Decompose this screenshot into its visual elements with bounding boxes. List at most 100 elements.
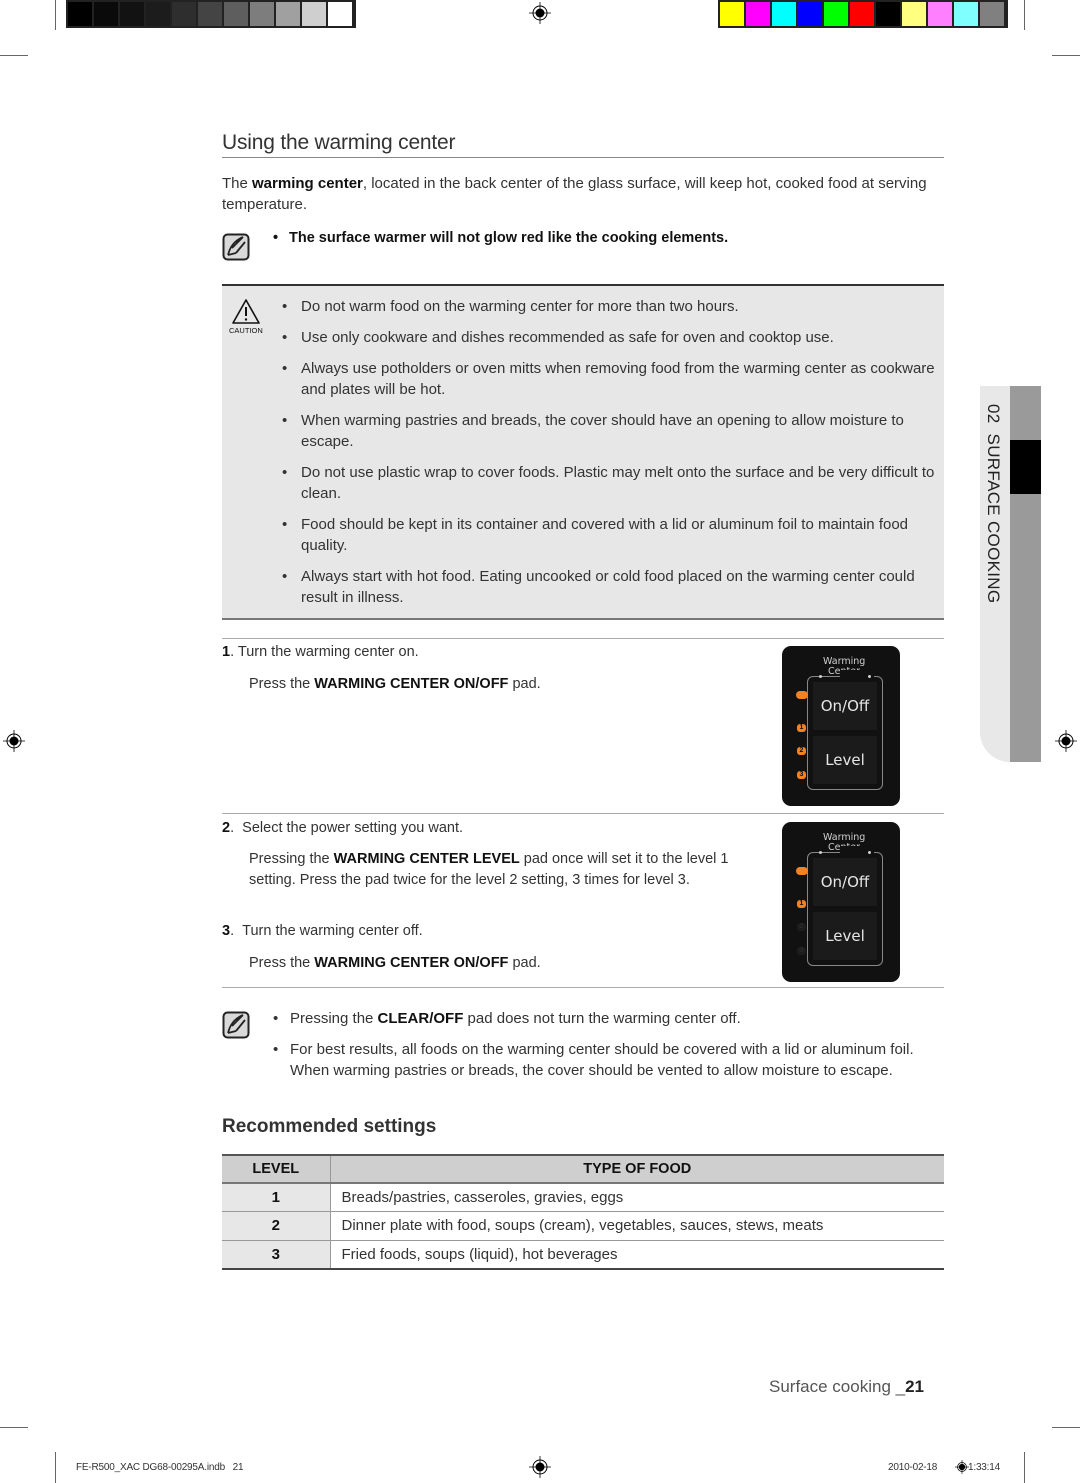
registration-mark-icon (529, 2, 551, 24)
calibration-swatch (746, 2, 770, 26)
step-title: Turn the warming center on. (237, 644, 419, 660)
bullet: • (273, 230, 279, 246)
registration-mark-icon (1055, 730, 1077, 752)
step-detail-suffix: pad. (508, 955, 541, 971)
caution-triangle-icon (232, 299, 260, 324)
panel-dot (819, 851, 822, 854)
step-2: 2. Select the power setting you want. (222, 820, 464, 836)
calibration-swatch (328, 2, 352, 26)
table-row: 1 Breads/pastries, casseroles, gravies, … (222, 1183, 944, 1212)
page-footer: Surface cooking _21 (769, 1377, 924, 1397)
section-divider (222, 813, 944, 814)
step-number: 1 (222, 644, 231, 660)
color-calibration-strip (718, 0, 1008, 28)
crop-mark (0, 55, 28, 56)
registration-mark-icon (529, 1456, 551, 1478)
level-pad[interactable]: Level (813, 912, 877, 960)
column-header-level: LEVEL (222, 1154, 331, 1184)
registration-mark-icon (3, 730, 25, 752)
section-divider (222, 638, 944, 639)
calibration-swatch (720, 2, 744, 26)
step-detail-bold: WARMING CENTER ON/OFF (314, 955, 509, 971)
step-1-detail: Press the WARMING CENTER ON/OFF pad. (249, 674, 739, 695)
crop-mark (55, 1452, 56, 1483)
calibration-swatch (850, 2, 874, 26)
caution-item: Always use potholders or oven mitts when… (280, 358, 940, 400)
food-cell: Breads/pastries, casseroles, gravies, eg… (330, 1183, 944, 1212)
note-item-prefix: Pressing the (290, 1010, 378, 1027)
caution-list: Do not warm food on the warming center f… (280, 296, 940, 618)
crop-mark (0, 1427, 28, 1428)
level-1-led: 1 (797, 900, 806, 908)
panel-dot (819, 675, 822, 678)
power-indicator-led (796, 867, 808, 875)
note-item: Pressing the CLEAR/OFF pad does not turn… (273, 1008, 933, 1029)
section-divider (222, 987, 944, 988)
intro-paragraph: The warming center, located in the back … (222, 173, 944, 215)
calibration-swatch (172, 2, 196, 26)
file-slug: FE-R500_XAC DG68-00295A.indb 21 (76, 1462, 244, 1473)
on-off-pad[interactable]: On/Off (813, 682, 877, 730)
step-3: 3. Turn the warming center off. (222, 923, 423, 939)
food-cell: Fried foods, soups (liquid), hot beverag… (330, 1240, 944, 1270)
table-row: 3 Fried foods, soups (liquid), hot bever… (222, 1240, 944, 1270)
on-off-pad[interactable]: On/Off (813, 858, 877, 906)
level-cell: 1 (222, 1183, 331, 1212)
crop-mark (55, 0, 56, 30)
calibration-swatch (276, 2, 300, 26)
calibration-swatch (250, 2, 274, 26)
level-cell: 2 (222, 1211, 331, 1241)
title-divider (222, 157, 944, 158)
note-pencil-icon (222, 233, 250, 261)
intro-bold-term: warming center (252, 175, 363, 192)
step-3-detail: Press the WARMING CENTER ON/OFF pad. (249, 953, 739, 974)
caution-item: When warming pastries and breads, the co… (280, 410, 940, 452)
crop-mark (1024, 0, 1025, 30)
level-2-led: 2 (797, 923, 806, 931)
note-item-suffix: pad does not turn the warming center off… (463, 1010, 741, 1027)
calibration-swatch (980, 2, 1004, 26)
note-pencil-icon (222, 1011, 250, 1039)
note-top-label: The surface warmer will not glow red lik… (289, 230, 729, 246)
caution-item: Do not warm food on the warming center f… (280, 296, 940, 317)
caution-label: CAUTION (229, 326, 263, 335)
step-number: 2 (222, 820, 231, 836)
calibration-swatch (224, 2, 248, 26)
calibration-swatch (302, 2, 326, 26)
food-cell: Dinner plate with food, soups (cream), v… (330, 1211, 944, 1241)
chapter-tab-marker (1010, 440, 1041, 494)
panel-dot (868, 851, 871, 854)
step-detail-bold: WARMING CENTER LEVEL (333, 851, 520, 867)
caution-item: Food should be kept in its container and… (280, 514, 940, 556)
step-detail-prefix: Pressing the (249, 851, 334, 867)
calibration-swatch (954, 2, 978, 26)
chapter-tab-label: 02 SURFACE COOKING (984, 404, 1003, 604)
slug-date: 2010-02-18 (888, 1462, 938, 1473)
step-1: 1. Turn the warming center on. (222, 644, 419, 660)
column-header-food: TYPE OF FOOD (330, 1154, 944, 1184)
power-indicator-led (796, 691, 808, 699)
intro-prefix: The (222, 175, 253, 192)
level-2-led: 2 (797, 747, 806, 755)
calibration-swatch (198, 2, 222, 26)
level-1-led: 1 (797, 724, 806, 732)
caution-icon-block: CAUTION (229, 298, 263, 338)
calibration-swatch (928, 2, 952, 26)
level-pad[interactable]: Level (813, 736, 877, 784)
level-cell: 3 (222, 1240, 331, 1270)
recommended-settings-table: LEVEL TYPE OF FOOD 1 Breads/pastries, ca… (222, 1154, 944, 1270)
panel-dot (868, 675, 871, 678)
level-3-led: 3 (797, 947, 806, 955)
warming-center-panel-all-levels: Warming Center On/Off Level 1 2 3 (782, 646, 900, 806)
level-3-led: 3 (797, 771, 806, 779)
page-title: Using the warming center (222, 131, 456, 154)
slug-time: 1:33:14 (968, 1462, 1000, 1473)
calibration-swatch (68, 2, 92, 26)
crop-mark (1052, 55, 1080, 56)
warming-center-panel-level-1: Warming Center On/Off Level 1 2 3 (782, 822, 900, 982)
step-number: 3 (222, 923, 231, 939)
note-item-bold: CLEAR/OFF (377, 1010, 464, 1027)
calibration-swatch (146, 2, 170, 26)
caution-item: Use only cookware and dishes recommended… (280, 327, 940, 348)
calibration-swatch (120, 2, 144, 26)
